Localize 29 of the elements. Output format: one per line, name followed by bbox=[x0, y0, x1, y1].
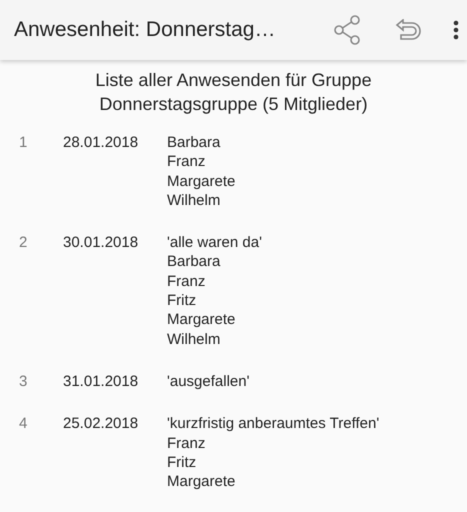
entry-note: 'ausgefallen' bbox=[167, 372, 250, 390]
heading-line: Donnerstagsgruppe (5 Mitglieder) bbox=[99, 93, 368, 116]
entry-number: 2 bbox=[19, 234, 28, 252]
member-name: Franz bbox=[167, 153, 206, 170]
entry-date: 30.01.2018 bbox=[63, 234, 138, 252]
app-title: Anwesenheit: Donnerstag… bbox=[14, 17, 276, 44]
entry-note: 'alle waren da' bbox=[167, 234, 262, 252]
undo-icon[interactable] bbox=[395, 19, 421, 41]
member-name: Margarete bbox=[167, 172, 236, 190]
member-name: Wilhelm bbox=[167, 192, 220, 209]
entry-number: 4 bbox=[19, 415, 28, 432]
entry-number: 1 bbox=[19, 134, 28, 151]
member-name: Fritz bbox=[167, 454, 196, 471]
member-name: Franz bbox=[167, 434, 206, 452]
entry-number: 3 bbox=[19, 372, 28, 390]
entry-date: 25.02.2018 bbox=[63, 415, 138, 432]
entry-date: 28.01.2018 bbox=[63, 134, 138, 151]
share-icon[interactable] bbox=[333, 14, 361, 46]
member-name: Barbara bbox=[167, 134, 220, 151]
member-name: Wilhelm bbox=[167, 330, 220, 348]
member-name: Fritz bbox=[167, 292, 196, 310]
heading-line: Liste aller Anwesenden für Gruppe bbox=[95, 69, 372, 92]
member-name: Margarete bbox=[167, 311, 236, 328]
member-name: Margarete bbox=[167, 473, 236, 490]
member-name: Barbara bbox=[167, 253, 220, 270]
entry-note: 'kurzfristig anberaumtes Treffen' bbox=[167, 415, 380, 432]
more-icon[interactable] bbox=[453, 20, 459, 40]
member-name: Franz bbox=[167, 272, 206, 290]
entry-date: 31.01.2018 bbox=[63, 372, 138, 390]
